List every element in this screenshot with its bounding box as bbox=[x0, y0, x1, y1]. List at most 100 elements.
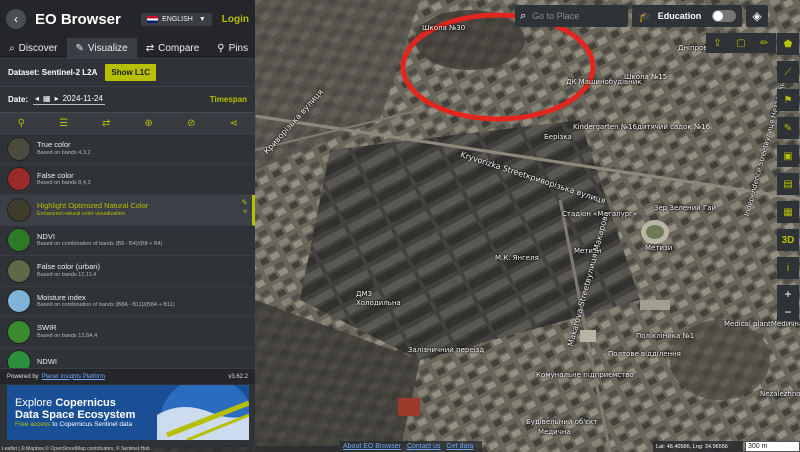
layer-thumbnail bbox=[7, 197, 31, 222]
swap-icon[interactable]: ⇄ bbox=[96, 118, 116, 129]
location-pin-icon: ⚑ bbox=[783, 94, 793, 106]
map-label: Берізка bbox=[544, 133, 572, 141]
layer-thumbnail bbox=[7, 319, 31, 344]
polygon-tool-button[interactable]: ⬟ bbox=[777, 33, 799, 55]
map-label: Холодильна bbox=[356, 299, 401, 307]
layer-description: Based on bands 12,8A,4 bbox=[37, 332, 98, 339]
info-button[interactable]: i bbox=[777, 257, 799, 279]
layer-title: NDWI bbox=[37, 356, 57, 366]
show-l1c-button[interactable]: Show L1C bbox=[105, 64, 157, 81]
layer-title: True color bbox=[37, 140, 71, 150]
upload-icon[interactable]: ⇪ bbox=[713, 38, 721, 49]
prev-date-icon[interactable]: ◂ bbox=[35, 94, 39, 103]
map-label: Medical plantMedична фабрика bbox=[724, 320, 800, 328]
film-button[interactable]: ▤ bbox=[777, 173, 799, 195]
search-input[interactable] bbox=[532, 11, 613, 21]
language-label: ENGLISH bbox=[162, 15, 193, 23]
layer-item[interactable]: SWIR Based on bands 12,8A,4 bbox=[0, 317, 255, 348]
pen-icon: ✎ bbox=[783, 122, 793, 134]
rectangle-icon[interactable]: ▢ bbox=[736, 38, 745, 49]
layer-item[interactable]: Highlight Optimized Natural Color Enhance… bbox=[0, 195, 255, 226]
place-search[interactable]: ⌕ bbox=[515, 5, 628, 27]
image-download-button[interactable]: ▣ bbox=[777, 145, 799, 167]
layer-item[interactable]: True color Based on bands 4,3,2 bbox=[0, 134, 255, 165]
target-icon[interactable]: ⊕ bbox=[139, 118, 159, 129]
map-label: Nezalezhnosti bbox=[760, 390, 800, 398]
tab-compare[interactable]: ⇄ Compare bbox=[137, 38, 209, 58]
pin-icon: ⚲ bbox=[217, 42, 225, 54]
education-mode[interactable]: 🎓 Education bbox=[632, 5, 742, 27]
tab-label: Discover bbox=[18, 42, 58, 54]
education-toggle[interactable] bbox=[712, 10, 736, 22]
measure-tool-button[interactable]: ⟋ bbox=[777, 61, 799, 83]
layer-title: Moisture index bbox=[37, 292, 86, 302]
map-label: Полтове відділення bbox=[608, 350, 681, 358]
chevron-left-icon: ‹ bbox=[14, 12, 18, 26]
timespan-link[interactable]: Timespan bbox=[210, 95, 247, 104]
layer-item[interactable]: False color (urban) Based on bands 12,11,… bbox=[0, 256, 255, 287]
expand-icon[interactable]: » bbox=[240, 209, 250, 216]
collapse-panel-button[interactable]: ‹ bbox=[6, 9, 26, 29]
layer-item[interactable]: False color Based on bands 8,4,3 bbox=[0, 165, 255, 195]
copernicus-banner[interactable]: Explore Copernicus Data Space Ecosystem … bbox=[7, 385, 249, 440]
edit-icon[interactable]: ✎ bbox=[241, 198, 248, 208]
map-label: Kindergarten №16дитячий садок №16 bbox=[573, 123, 711, 131]
caret-down-icon: ▼ bbox=[198, 15, 206, 23]
contact-link[interactable]: Contact us bbox=[407, 443, 440, 450]
timelapse-button[interactable]: ▦ bbox=[777, 201, 799, 223]
sliders-icon[interactable]: ☰ bbox=[54, 118, 74, 129]
layer-thumbnail bbox=[7, 228, 31, 253]
layer-item[interactable]: Moisture index Based on combination of ba… bbox=[0, 287, 255, 317]
image-icon: ▣ bbox=[783, 150, 793, 162]
planet-link[interactable]: Planet Insights Platform bbox=[42, 374, 105, 380]
get-data-link[interactable]: Get data bbox=[446, 443, 473, 450]
zoom-in-button[interactable]: + bbox=[777, 285, 799, 303]
layer-text: True color Based on bands 4,3,2 bbox=[37, 141, 91, 156]
zoom-out-button[interactable]: − bbox=[777, 303, 799, 321]
layer-thumbnail bbox=[7, 258, 31, 283]
map-layers-button[interactable]: ◈ bbox=[746, 5, 768, 27]
tab-discover[interactable]: ⌕ Discover bbox=[0, 38, 67, 58]
date-value[interactable]: 2024-11-24 bbox=[63, 94, 103, 103]
eye-off-icon[interactable]: ⊘ bbox=[181, 118, 201, 129]
layer-title: SWIR bbox=[37, 323, 57, 333]
layer-item[interactable]: NDWI bbox=[0, 348, 255, 368]
measure-icon: ⟋ bbox=[784, 66, 792, 78]
layer-text: SWIR Based on bands 12,8A,4 bbox=[37, 324, 97, 339]
layers-icon: ◈ bbox=[752, 9, 762, 23]
3d-button[interactable]: 3D bbox=[777, 229, 799, 251]
date-picker[interactable]: ◂ ▦ ▸ 2024-11-24 bbox=[33, 94, 105, 105]
layer-title: False color (urban) bbox=[37, 262, 100, 272]
map-label: Школа №15 bbox=[624, 73, 668, 81]
layer-list: True color Based on bands 4,3,2 False colo… bbox=[0, 134, 255, 368]
date-label: Date: bbox=[8, 95, 29, 104]
compare-icon: ⇄ bbox=[145, 42, 155, 54]
banner-subtitle: Free access to Copernicus Sentinel data bbox=[15, 421, 133, 428]
ruler-icon[interactable]: ✏ bbox=[760, 38, 768, 49]
panel-header: ‹ EO Browser ENGLISH ▼ Login bbox=[0, 0, 255, 38]
layer-description: Based on bands 12,11,4 bbox=[37, 271, 97, 278]
pen-tool-button[interactable]: ✎ bbox=[777, 117, 799, 139]
version-label: v3.62.2 bbox=[228, 373, 248, 380]
map-label: М.К. Янгеля bbox=[495, 254, 539, 262]
map-attribution[interactable]: Leaflet | © Mapbox © OpenStreetMap contr… bbox=[0, 446, 340, 452]
next-date-icon[interactable]: ▸ bbox=[55, 94, 59, 103]
login-link[interactable]: Login bbox=[222, 14, 249, 25]
about-link[interactable]: About EO Browser bbox=[343, 443, 401, 450]
brush-icon: ✎ bbox=[75, 42, 84, 54]
tab-visualize[interactable]: ✎ Visualize bbox=[66, 38, 137, 58]
powered-by-row: Powered by Planet Insights Platform v3.6… bbox=[0, 368, 255, 384]
pin-icon[interactable]: ⚲ bbox=[11, 118, 31, 129]
map-label: Медична bbox=[538, 428, 571, 436]
share-icon[interactable]: ⋖ bbox=[224, 118, 244, 129]
scale-bar: 300 m bbox=[745, 441, 800, 452]
location-button[interactable]: ⚑ bbox=[777, 89, 799, 111]
footer-links: About EO Browser Contact us Get data bbox=[340, 441, 483, 452]
education-label: Education bbox=[657, 11, 702, 21]
layer-item[interactable]: NDVI Based on combination of bands (B8 - … bbox=[0, 226, 255, 256]
tab-label: Visualize bbox=[87, 42, 128, 54]
layer-title: False color bbox=[37, 170, 74, 180]
language-select[interactable]: ENGLISH ▼ bbox=[141, 12, 212, 26]
tab-pins[interactable]: ⚲ Pins bbox=[208, 38, 257, 58]
calendar-icon[interactable]: ▦ bbox=[43, 94, 51, 103]
